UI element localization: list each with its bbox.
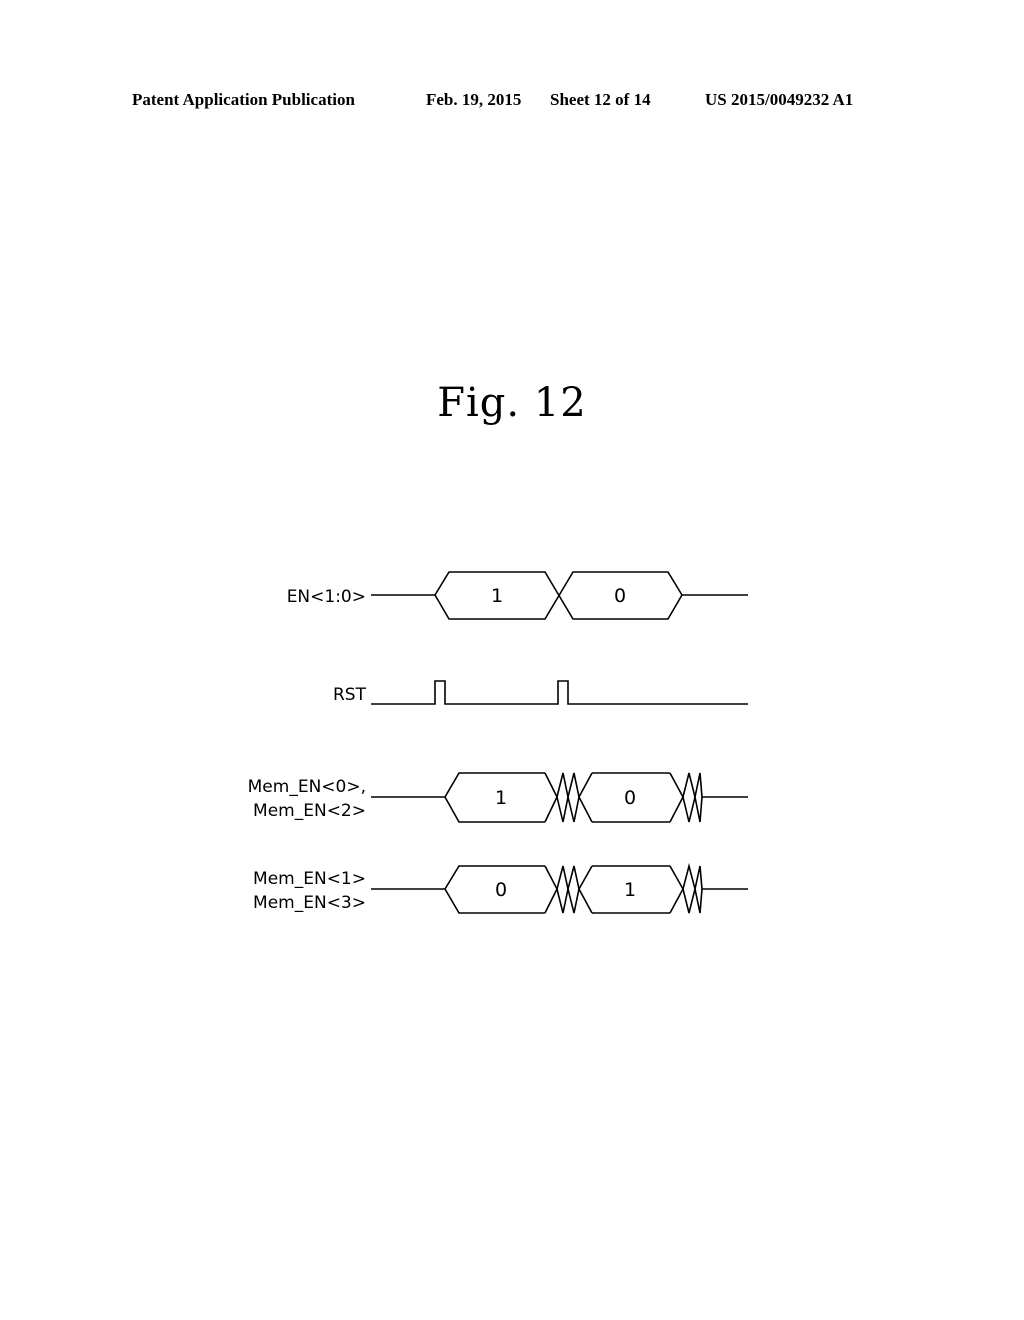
signal-label-mem-en-3: Mem_EN<3> [253, 893, 366, 913]
mem13-value-2: 1 [624, 879, 636, 901]
signal-mem-en-0-2: Mem_EN<0>, Mem_EN<2> 1 0 [248, 772, 748, 823]
mem13-value-1: 0 [495, 879, 507, 901]
timing-diagram: EN<1:0> 1 0 RST Mem_EN<0>, Mem_EN<2> 1 0… [248, 571, 748, 914]
en-value-2: 0 [614, 585, 626, 607]
mem02-transition-1-b [544, 772, 593, 823]
en-value-1: 1 [491, 585, 503, 607]
mem13-transition-2-a [669, 865, 703, 914]
signal-label-mem-en-0: Mem_EN<0>, [248, 777, 366, 797]
en-bus-segment-2 [434, 571, 683, 620]
signal-en: EN<1:0> 1 0 [287, 571, 748, 620]
mem02-value-1: 1 [495, 787, 507, 809]
mem13-transition-1-b [544, 865, 593, 914]
signal-label-mem-en-1: Mem_EN<1> [253, 869, 366, 889]
mem02-transition-2-a [669, 772, 703, 823]
signal-label-rst: RST [333, 685, 367, 705]
signal-label-mem-en-2: Mem_EN<2> [253, 801, 366, 821]
signal-mem-en-1-3: Mem_EN<1> Mem_EN<3> 0 1 [253, 862, 748, 914]
rst-waveform [371, 680, 748, 705]
mem02-value-2: 0 [624, 787, 636, 809]
signal-label-en: EN<1:0> [287, 587, 366, 607]
signal-rst: RST [333, 680, 748, 705]
